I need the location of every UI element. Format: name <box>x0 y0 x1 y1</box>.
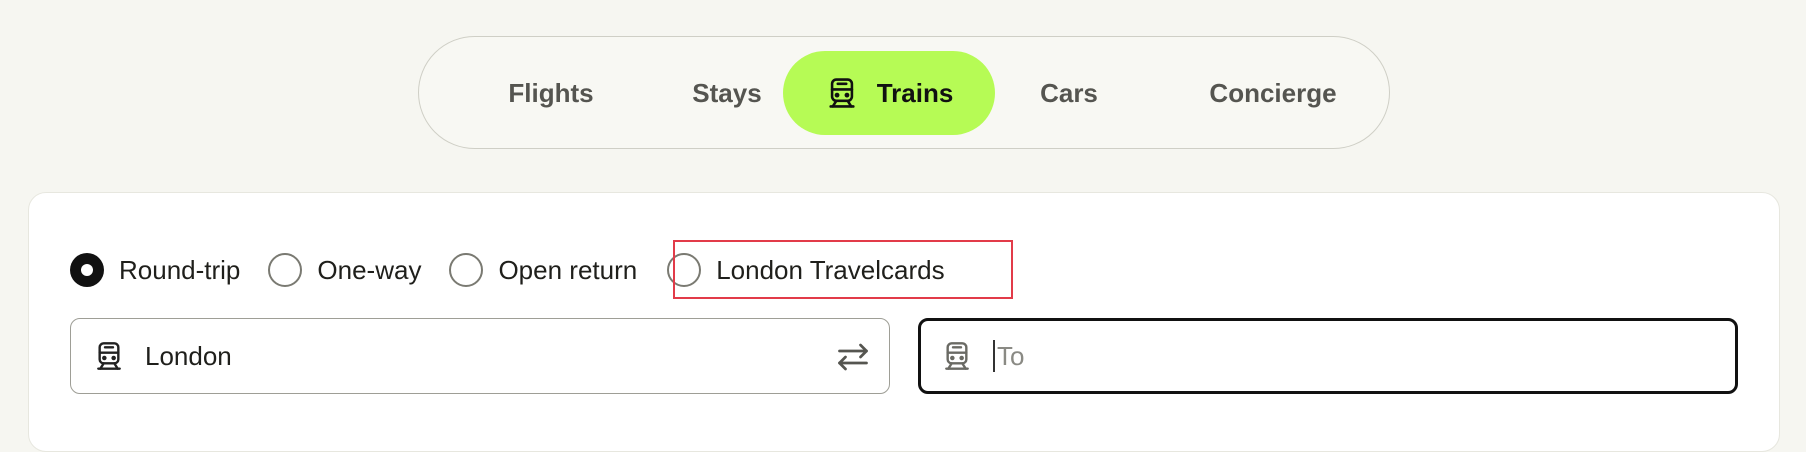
radio-one-way[interactable]: One-way <box>268 253 421 287</box>
tab-cars-label: Cars <box>1040 77 1098 108</box>
from-field[interactable]: London <box>70 318 890 394</box>
radio-round-trip-circle[interactable] <box>70 253 104 287</box>
tab-concierge[interactable]: Concierge <box>1187 51 1359 135</box>
train-icon <box>825 76 859 110</box>
tab-trains-label: Trains <box>876 77 954 108</box>
train-icon <box>941 340 973 372</box>
tab-cars[interactable]: Cars <box>999 51 1139 135</box>
radio-london-travelcards-circle[interactable] <box>667 253 702 287</box>
tab-stays-label: Stays <box>692 77 762 108</box>
radio-round-trip-label: Round-trip <box>119 254 241 285</box>
radio-open-return-circle[interactable] <box>449 253 484 287</box>
swap-arrows-icon[interactable] <box>835 339 871 375</box>
radio-london-travelcards[interactable]: London Travelcards <box>667 253 945 287</box>
to-field[interactable] <box>918 318 1738 394</box>
tab-flights[interactable]: Flights <box>471 51 631 135</box>
radio-open-return[interactable]: Open return <box>449 253 637 287</box>
radio-london-travelcards-label: London Travelcards <box>716 254 945 285</box>
tab-trains[interactable]: Trains <box>783 51 995 135</box>
product-tabs: Flights Stays Trains Cars Concierge <box>418 36 1390 149</box>
to-input[interactable] <box>993 340 1693 372</box>
tab-concierge-label: Concierge <box>1209 77 1337 108</box>
tab-flights-label: Flights <box>508 77 594 108</box>
radio-one-way-circle[interactable] <box>268 253 303 287</box>
from-field-value: London <box>145 340 232 371</box>
radio-one-way-label: One-way <box>317 254 422 285</box>
radio-round-trip[interactable]: Round-trip <box>70 253 240 287</box>
radio-open-return-label: Open return <box>498 254 638 285</box>
trip-type-group: Round-trip One-way Open return London Tr… <box>70 250 973 290</box>
train-icon <box>93 340 125 372</box>
